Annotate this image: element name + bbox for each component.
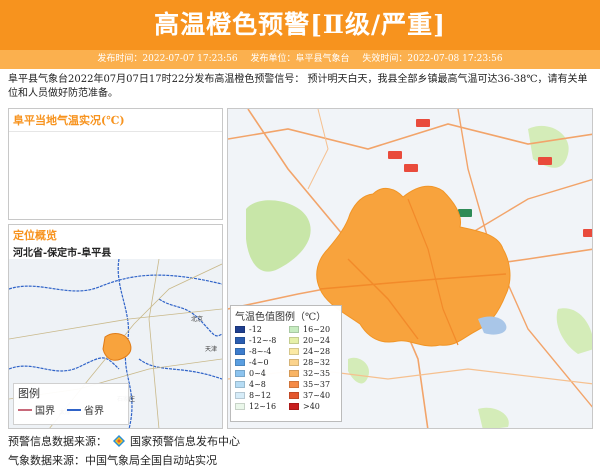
temperature-legend-item: 8~12 [235, 390, 289, 400]
province-border-label: 省界 [84, 406, 104, 417]
warning-description: 阜平县气象台2022年07月07日17时22分发布高温橙色预警信号： 预计明天白… [8, 74, 588, 99]
temperature-legend-label: >40 [303, 401, 320, 411]
boundary-legend-items: 国界 省界 [14, 402, 128, 417]
temperature-legend-label: 37~40 [303, 390, 331, 400]
location-title: 定位概览 [13, 229, 57, 242]
warning-center-logo-icon [112, 435, 125, 447]
temperature-legend-swatch [289, 369, 299, 377]
temperature-legend-label: 8~12 [249, 390, 271, 400]
temperature-legend-label: -12 [249, 324, 262, 334]
warning-source-label: 预警信息数据来源： [8, 435, 107, 448]
temperature-legend-label: -4~0 [249, 357, 269, 367]
location-path: 河北省-保定市-阜平县 [13, 248, 112, 259]
temperature-legend-swatch [235, 325, 245, 333]
temperature-legend-label: 20~24 [303, 335, 331, 345]
temperature-legend-item: 28~32 [289, 357, 343, 367]
temperature-legend-item: -4~0 [235, 357, 289, 367]
province-border-line [67, 408, 81, 411]
legend-province-border: 省界 [67, 402, 104, 417]
expiry-time: 失效时间：2022-07-08 17:23:56 [362, 54, 503, 64]
temperature-legend-swatch [235, 336, 245, 344]
temperature-legend-item: 16~20 [289, 324, 343, 334]
temperature-legend-swatch [289, 391, 299, 399]
local-temperature-panel: 阜平当地气温实况(℃) [8, 108, 223, 220]
weather-source-line: 气象数据来源：中国气象局全国自动站实况 [8, 454, 217, 467]
temperature-legend-swatch [289, 402, 299, 410]
warning-source-name[interactable]: 国家预警信息发布中心 [130, 435, 240, 448]
temperature-legend-item: 0~4 [235, 368, 289, 378]
temperature-legend-item: 20~24 [289, 335, 343, 345]
warning-header: 高温橙色预警[Ⅱ级/严重] [0, 0, 600, 50]
temperature-legend-item: 4~8 [235, 379, 289, 389]
warning-title: 高温橙色预警[Ⅱ级/严重] [154, 10, 446, 39]
warning-meta: 发布时间：2022-07-07 17:23:56 发布单位：阜平县气象台 失效时… [0, 50, 600, 69]
temperature-color-legend: 气温色值图例（℃） -12 16~20 -12~-8 20~24 -8~-4 24~28-… [230, 305, 342, 422]
issue-time: 发布时间：2022-07-07 17:23:56 [97, 54, 238, 64]
temperature-legend-swatch [235, 347, 245, 355]
temperature-legend-swatch [289, 336, 299, 344]
location-header: 定位概览 河北省-保定市-阜平县 [9, 225, 222, 259]
temperature-legend-label: 16~20 [303, 324, 331, 334]
temperature-legend-item: -8~-4 [235, 346, 289, 356]
temperature-legend-label: 35~37 [303, 379, 331, 389]
temperature-legend-label: 4~8 [249, 379, 266, 389]
temperature-legend-label: -12~-8 [249, 335, 277, 345]
temperature-legend-item: 12~16 [235, 401, 289, 411]
temperature-legend-item: 32~35 [289, 368, 343, 378]
temperature-legend-grid: -12 16~20 -12~-8 20~24 -8~-4 24~28 -4~0 28~32 0~… [231, 324, 341, 411]
city-beijing: 北京 [191, 315, 203, 323]
temperature-legend-swatch [235, 402, 245, 410]
temperature-legend-swatch [235, 380, 245, 388]
temperature-legend-item: 35~37 [289, 379, 343, 389]
national-border-line [18, 408, 32, 411]
city-tianjin: 天津 [205, 346, 217, 353]
temperature-legend-swatch [289, 358, 299, 366]
temperature-legend-swatch [289, 347, 299, 355]
boundary-legend: 图例 国界 省界 [13, 383, 129, 425]
location-overview-panel: 定位概览 河北省-保定市-阜平县 北京 天津 石家庄 太原 图例 国界 [8, 224, 223, 429]
temperature-legend-item: 24~28 [289, 346, 343, 356]
temperature-legend-label: -8~-4 [249, 346, 272, 356]
warning-source-line: 预警信息数据来源： 国家预警信息发布中心 [8, 433, 240, 449]
temperature-legend-item: >40 [289, 401, 343, 411]
temperature-legend-label: 28~32 [303, 357, 331, 367]
temperature-legend-swatch [289, 380, 299, 388]
temperature-legend-swatch [235, 391, 245, 399]
legend-national-border: 国界 [18, 402, 55, 417]
temperature-legend-swatch [289, 325, 299, 333]
local-temperature-title: 阜平当地气温实况(℃) [9, 109, 222, 132]
boundary-legend-title: 图例 [18, 387, 40, 400]
temperature-legend-title: 气温色值图例（℃） [235, 312, 327, 323]
temperature-legend-item: -12~-8 [235, 335, 289, 345]
temperature-legend-swatch [235, 369, 245, 377]
issuer: 发布单位：阜平县气象台 [250, 54, 350, 64]
temperature-legend-swatch [235, 358, 245, 366]
temperature-legend-label: 32~35 [303, 368, 331, 378]
temperature-legend-label: 12~16 [249, 401, 277, 411]
temperature-legend-label: 0~4 [249, 368, 266, 378]
temperature-legend-label: 24~28 [303, 346, 331, 356]
national-border-label: 国界 [35, 406, 55, 417]
temperature-legend-item: 37~40 [289, 390, 343, 400]
temperature-legend-item: -12 [235, 324, 289, 334]
